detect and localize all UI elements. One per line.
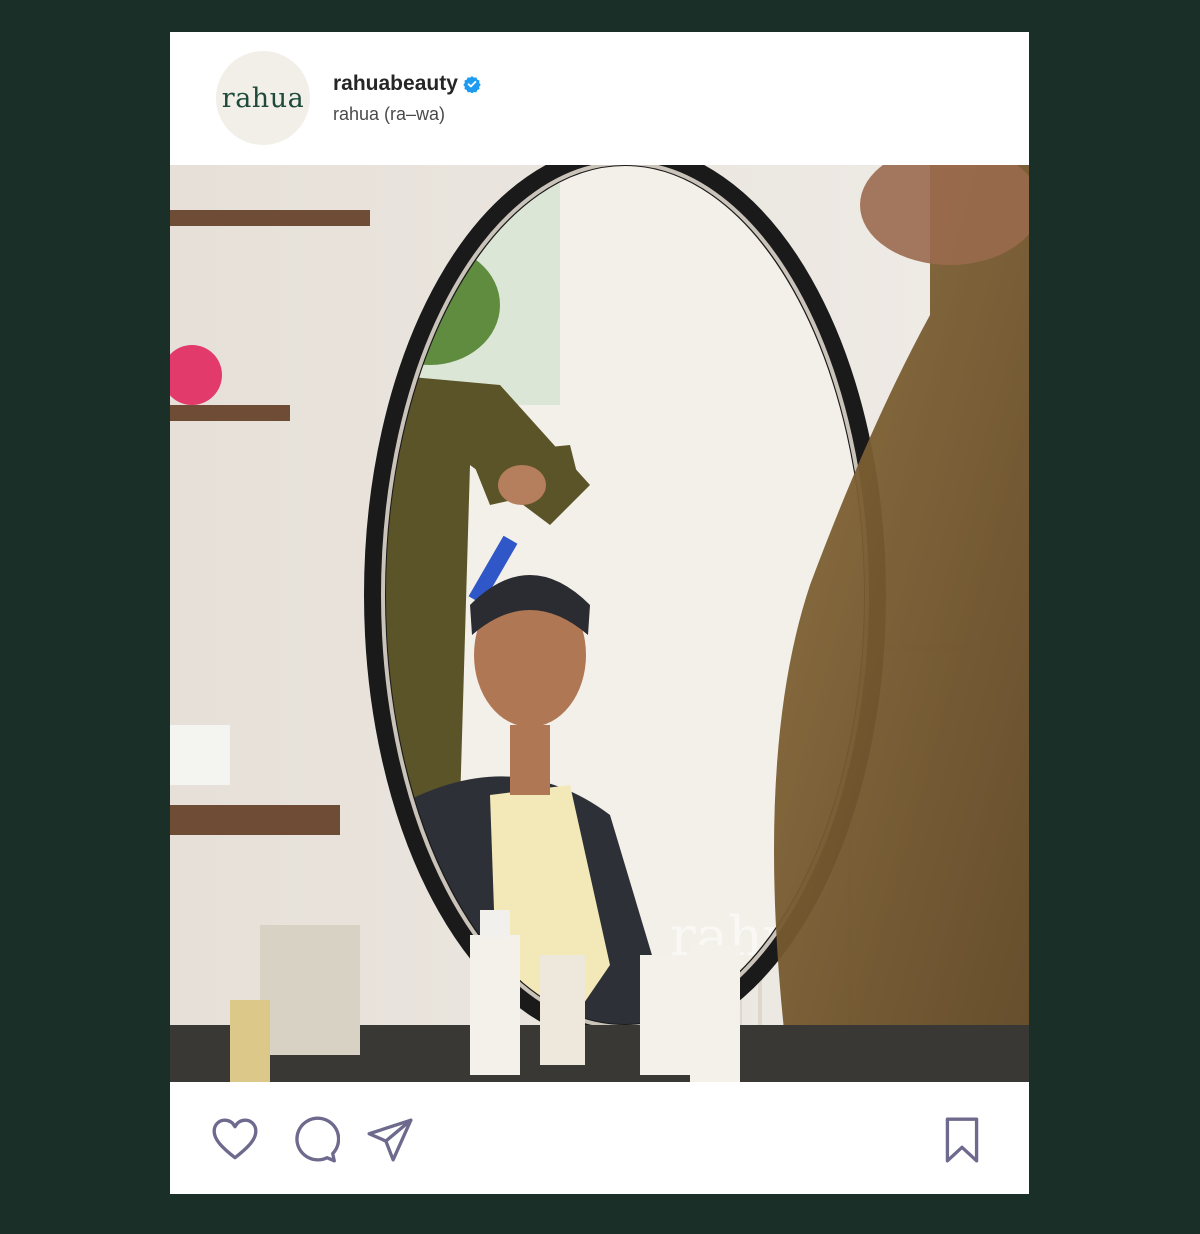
post-image[interactable]: rahua — [170, 165, 1029, 1082]
post-card: rahua rahuabeauty rahua (ra–wa) rahua — [170, 32, 1029, 1194]
send-icon[interactable] — [365, 1115, 415, 1165]
bookmark-icon[interactable] — [937, 1115, 987, 1165]
avatar[interactable]: rahua — [216, 51, 310, 145]
verified-badge-icon — [463, 75, 481, 94]
username[interactable]: rahuabeauty — [333, 72, 458, 96]
comment-icon[interactable] — [290, 1115, 341, 1165]
account-subtitle: rahua (ra–wa) — [333, 104, 446, 124]
post-actions-bar — [170, 1082, 1029, 1194]
avatar-logo-text: rahua — [221, 82, 305, 114]
salon-photo-illustration: rahua — [170, 165, 1029, 1082]
post-header: rahua rahuabeauty rahua (ra–wa) — [170, 32, 1029, 165]
heart-icon[interactable] — [210, 1115, 260, 1165]
username-row: rahuabeauty — [333, 72, 481, 96]
